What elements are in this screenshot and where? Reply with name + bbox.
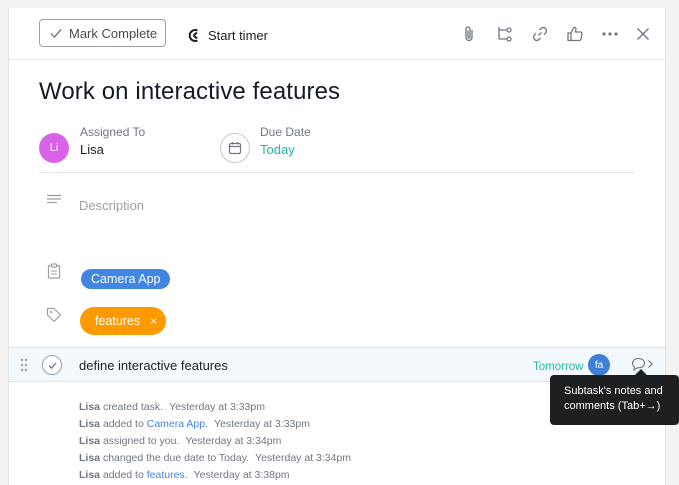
subtask-assignee-avatar[interactable]: fa [588,354,610,376]
due-date-label: Due Date [260,125,311,139]
activity-text: added to [102,418,147,430]
tag-icon [44,305,64,325]
drag-handle-icon[interactable] [20,358,28,372]
activity-suffix: . [205,418,209,430]
remove-tag-icon[interactable]: × [150,314,157,328]
task-title[interactable]: Work on interactive features [39,78,340,106]
due-date-value[interactable]: Today [260,142,295,157]
project-pill[interactable]: Camera App [81,269,171,289]
project-pill-label: Camera App [91,272,161,286]
activity-text: changed the due date to Today. [102,452,250,464]
link-icon[interactable] [528,22,552,46]
subtask-due-date[interactable]: Tomorrow [533,361,583,373]
tag-pill-label: features [95,314,141,328]
activity-text: assigned to you. [102,435,180,447]
description-icon [44,190,64,210]
activity-time: Yesterday at 3:34pm [255,452,352,464]
activity-item: Lisa added to Camera App. Yesterday at 3:… [79,416,351,433]
activity-time: Yesterday at 3:33pm [169,401,265,413]
divider [39,172,635,173]
start-timer-button[interactable]: Start timer [187,24,268,46]
activity-item: Lisa created task. Yesterday at 3:33pm [79,399,351,416]
activity-item: Lisa assigned to you. Yesterday at 3:34pm [79,433,351,450]
activity-user[interactable]: Lisa [79,452,100,464]
check-icon [50,29,62,39]
assigned-to-label: Assigned To [80,125,146,139]
chevron-right-icon [648,360,653,368]
subtask-name[interactable]: define interactive features [79,358,228,373]
subtask-icon[interactable] [493,22,517,46]
activity-time: Yesterday at 3:34pm [185,435,282,447]
activity-text: created task. [102,401,164,413]
task-toolbar: Mark Complete Start timer [9,8,665,60]
clipboard-icon [44,261,64,281]
start-timer-label: Start timer [208,27,268,43]
thumbs-up-icon[interactable] [563,22,587,46]
activity-item: Lisa changed the due date to Today. Yeste… [79,450,351,467]
activity-suffix: . [184,469,188,481]
assignee-avatar[interactable]: Li [39,133,69,163]
mark-complete-label: Mark Complete [69,25,158,41]
activity-time: Yesterday at 3:33pm [214,418,310,430]
activity-feed: Lisa created task. Yesterday at 3:33pm Li… [79,399,351,484]
activity-item: Lisa added to features. Yesterday at 3:38… [79,467,351,484]
subtask-complete-checkbox[interactable] [42,355,62,375]
tag-pill[interactable]: features × [80,307,167,335]
activity-text: added to [102,469,147,481]
activity-tag-link[interactable]: features [147,469,185,481]
description-input[interactable]: Description [79,198,144,213]
calendar-icon [228,142,242,155]
close-icon[interactable] [631,22,655,46]
assignee-name[interactable]: Lisa [80,142,104,157]
mark-complete-button[interactable]: Mark Complete [39,19,166,47]
activity-user[interactable]: Lisa [79,418,100,430]
activity-user[interactable]: Lisa [79,401,100,413]
activity-user[interactable]: Lisa [79,435,100,447]
due-date-button[interactable] [220,133,250,163]
activity-user[interactable]: Lisa [79,469,100,481]
activity-time: Yesterday at 3:38pm [193,469,290,481]
check-icon [48,362,56,369]
more-icon[interactable] [598,22,622,46]
subtask-comments-tooltip: Subtask's notes and comments (Tab+→) [550,369,679,425]
activity-project-link[interactable]: Camera App [147,418,205,430]
timer-logo-icon [188,28,198,42]
paperclip-icon[interactable] [457,22,481,46]
